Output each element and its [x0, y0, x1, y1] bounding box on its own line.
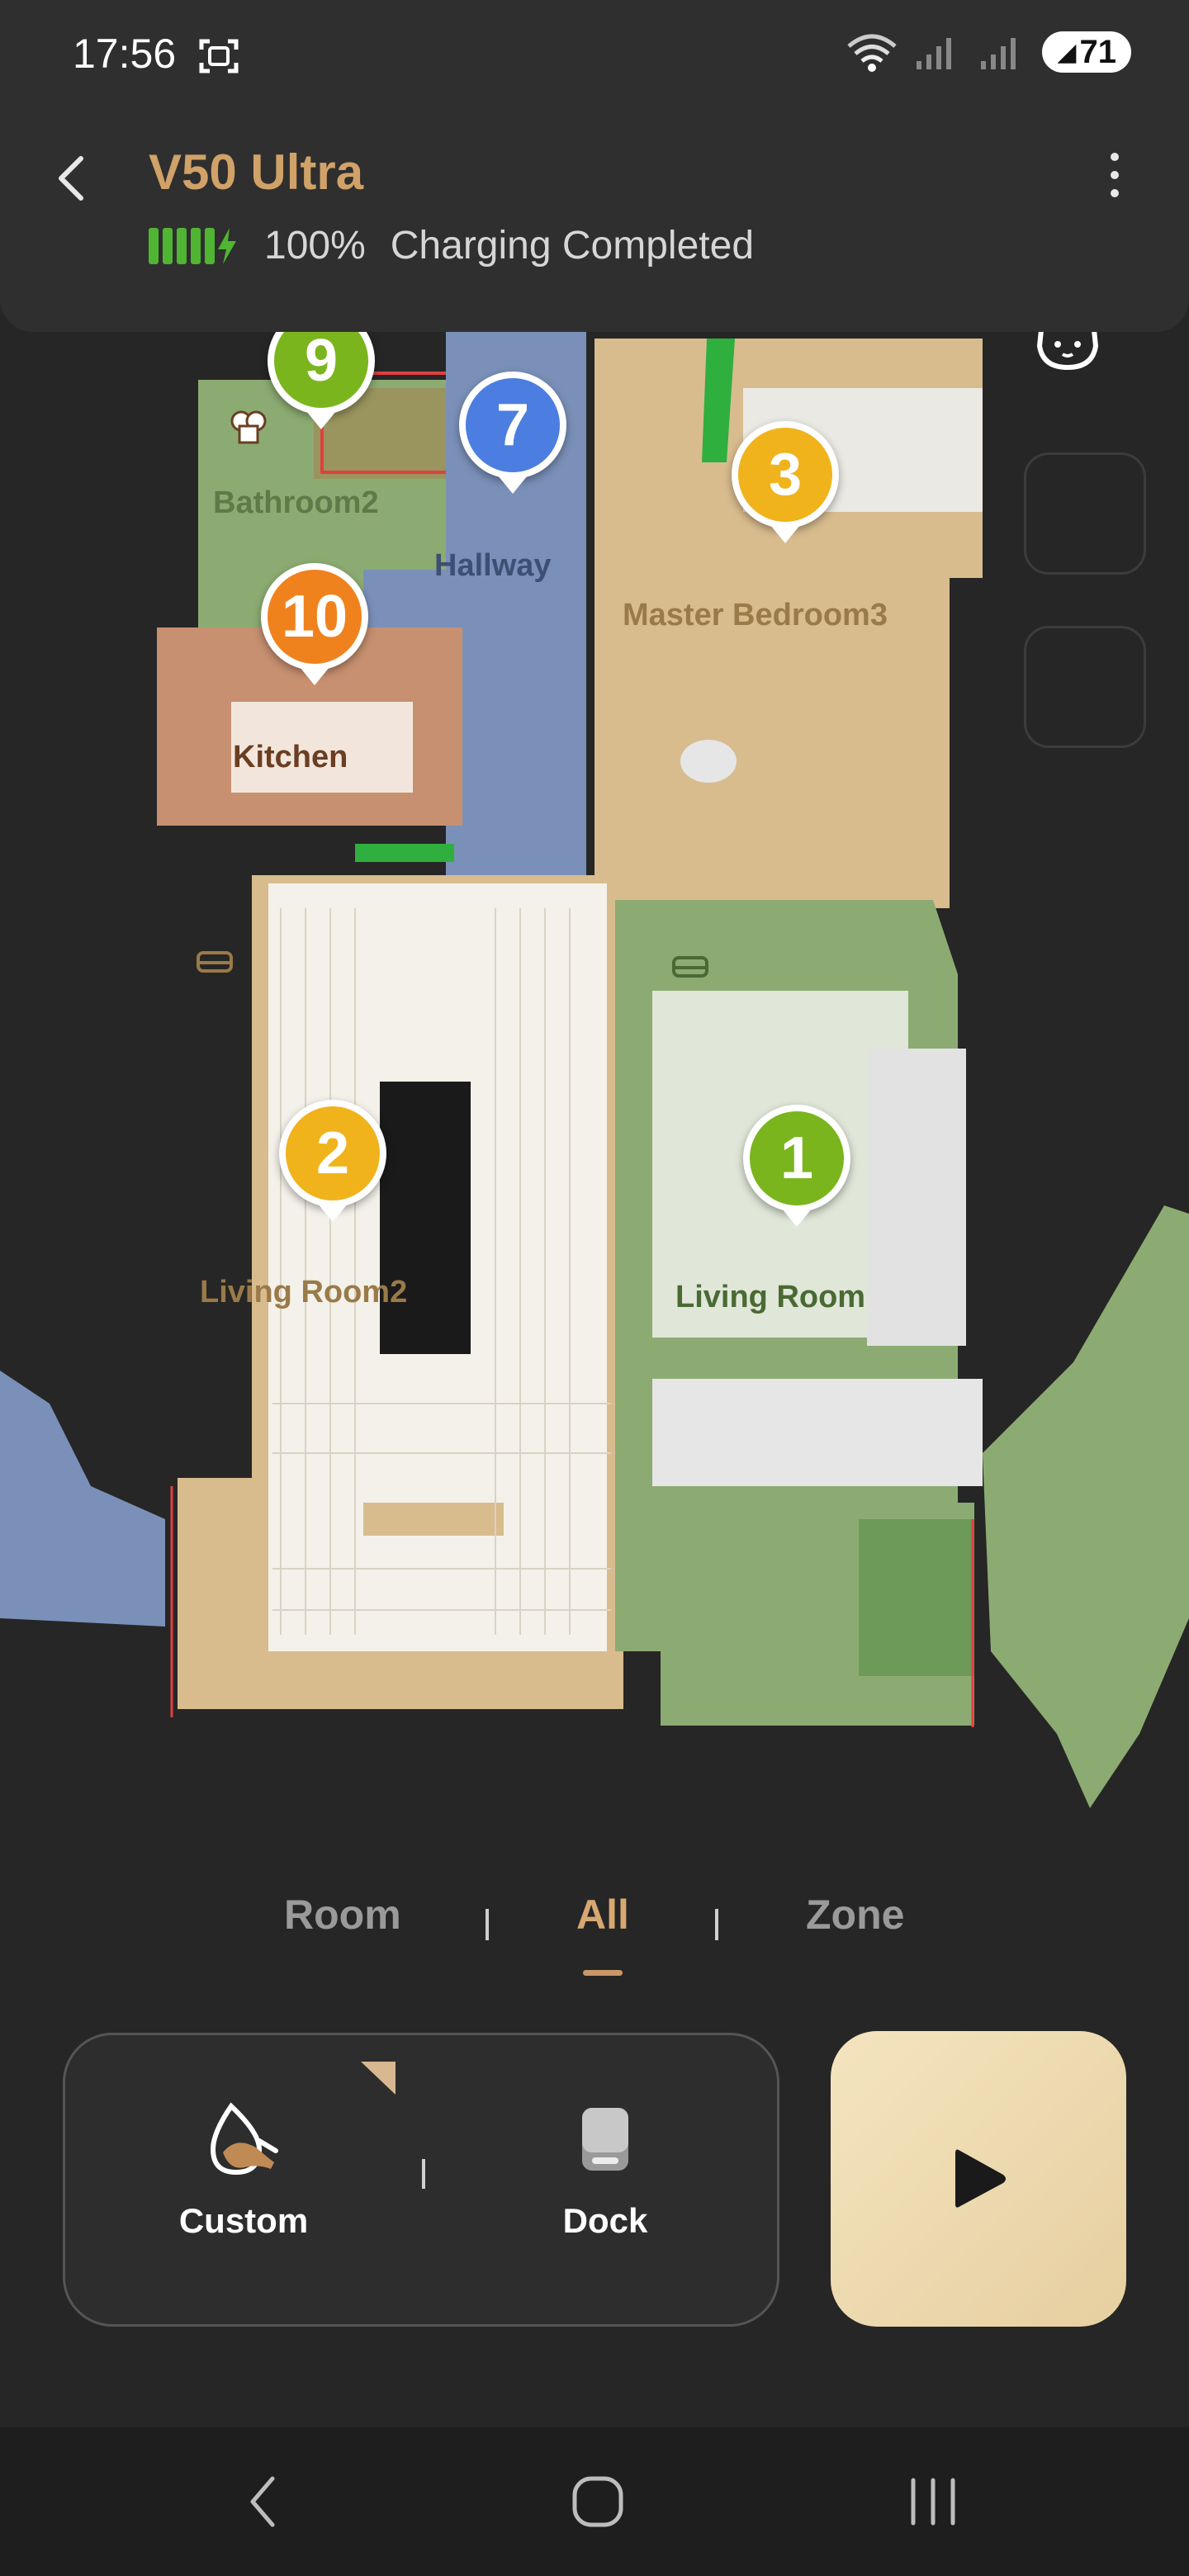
charging-bolt-icon: [218, 227, 236, 264]
active-tab-indicator: [583, 1970, 623, 1976]
tab-all[interactable]: All: [576, 1891, 629, 1939]
custom-button[interactable]: Custom: [144, 2100, 343, 2241]
start-cleaning-button[interactable]: [831, 2031, 1126, 2327]
pet-mode-button[interactable]: [1024, 312, 1146, 748]
room-marker-7[interactable]: 7: [459, 372, 566, 494]
back-button[interactable]: [41, 140, 107, 215]
back-nav-icon: [250, 2476, 275, 2527]
tab-divider: [715, 1909, 718, 1940]
battery-status: Charging Completed: [390, 224, 755, 268]
robot-avatar[interactable]: [74, 126, 206, 576]
recents-nav-icon: [911, 2478, 955, 2526]
device-name: V50 Ultra: [149, 144, 364, 200]
room-label-kitchen[interactable]: Kitchen: [228, 410, 348, 775]
room-marker-10[interactable]: 10: [261, 563, 368, 685]
recents-nav-button[interactable]: [892, 2465, 974, 2539]
settings-corner-icon[interactable]: [359, 2060, 397, 2096]
room-label-master-bedroom3[interactable]: Master Bedroom3: [618, 271, 888, 633]
system-nav-bar: [0, 2427, 1189, 2576]
device-header: V50 Ultra 100% Charging Completed: [0, 107, 1189, 332]
room-label-living-room[interactable]: Living Room: [670, 956, 865, 1315]
dock-icon: [582, 2108, 628, 2171]
custom-mode-icon: [210, 2102, 278, 2176]
custom-label: Custom: [178, 2201, 309, 2240]
chevron-left-icon: [59, 156, 83, 201]
back-nav-button[interactable]: [223, 2465, 306, 2539]
tab-divider: [486, 1909, 489, 1940]
dock-button[interactable]: Dock: [506, 2100, 704, 2241]
home-nav-icon: [572, 2476, 623, 2527]
room-marker-2[interactable]: 2: [279, 1100, 386, 1222]
battery-percent: 100%: [264, 224, 366, 268]
tab-room[interactable]: Room: [284, 1891, 401, 1939]
dock-label: Dock: [562, 2201, 648, 2240]
cleaning-map[interactable]: Bathroom2 Hallway Master Bedroom3 Kitche…: [0, 126, 1189, 1851]
room-label-bathroom2[interactable]: Bathroom2: [208, 155, 379, 521]
more-vertical-icon: [1111, 153, 1119, 197]
tab-zone[interactable]: Zone: [806, 1891, 904, 1939]
room-label-hallway[interactable]: Hallway: [429, 218, 552, 584]
play-icon: [955, 2149, 1006, 2208]
home-nav-button[interactable]: [557, 2465, 639, 2539]
control-divider: [422, 2159, 425, 2189]
battery-row: 100% Charging Completed: [149, 223, 754, 268]
edit-map-button[interactable]: [1024, 132, 1146, 575]
room-label-living-room2[interactable]: Living Room2: [195, 951, 407, 1310]
room-marker-3[interactable]: 3: [732, 421, 839, 543]
room-marker-1[interactable]: 1: [743, 1105, 850, 1227]
battery-bars-icon: [149, 227, 215, 264]
clean-mode-tabs: Room All Zone: [0, 1891, 1189, 1990]
more-options-button[interactable]: [1090, 132, 1139, 215]
control-card: Custom Dock: [63, 2033, 779, 2327]
